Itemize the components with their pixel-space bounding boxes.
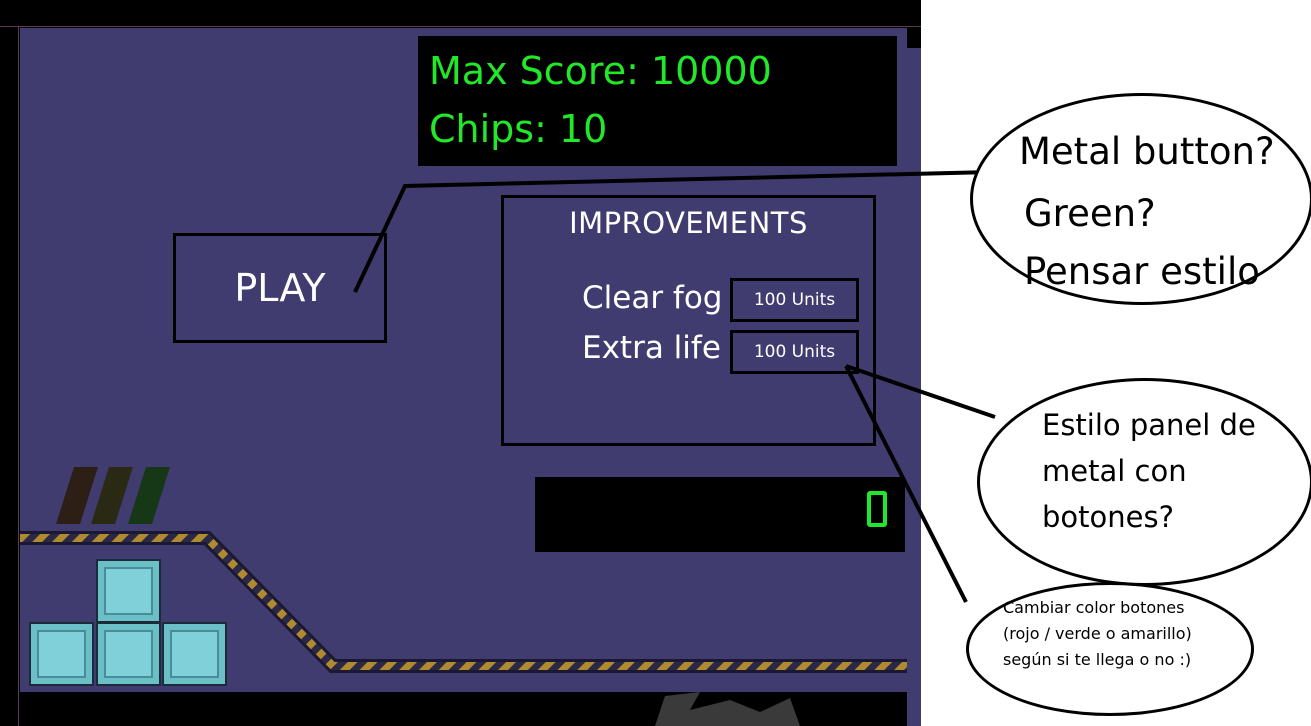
note-bubble-2: Estilo panel de metal con botones?	[977, 378, 1311, 586]
note2-line2: metal con	[1042, 454, 1187, 488]
note3-line1: Cambiar color botones	[1003, 598, 1185, 617]
note-bubble-1: Metal button? Green? Pensar estilo	[970, 93, 1311, 305]
note1-line3: Pensar estilo	[1024, 250, 1260, 293]
pointer-line-1	[353, 170, 993, 293]
note2-line1: Estilo panel de	[1042, 408, 1256, 442]
note3-line3: según si te llega o no :)	[1003, 650, 1192, 669]
note-bubble-3: Cambiar color botones (rojo / verde o am…	[966, 582, 1254, 716]
note1-line2: Green?	[1024, 192, 1156, 235]
note3-line2: (rojo / verde o amarillo)	[1003, 624, 1192, 643]
note2-line3: botones?	[1042, 500, 1174, 534]
note1-line1: Metal button?	[1019, 130, 1275, 173]
